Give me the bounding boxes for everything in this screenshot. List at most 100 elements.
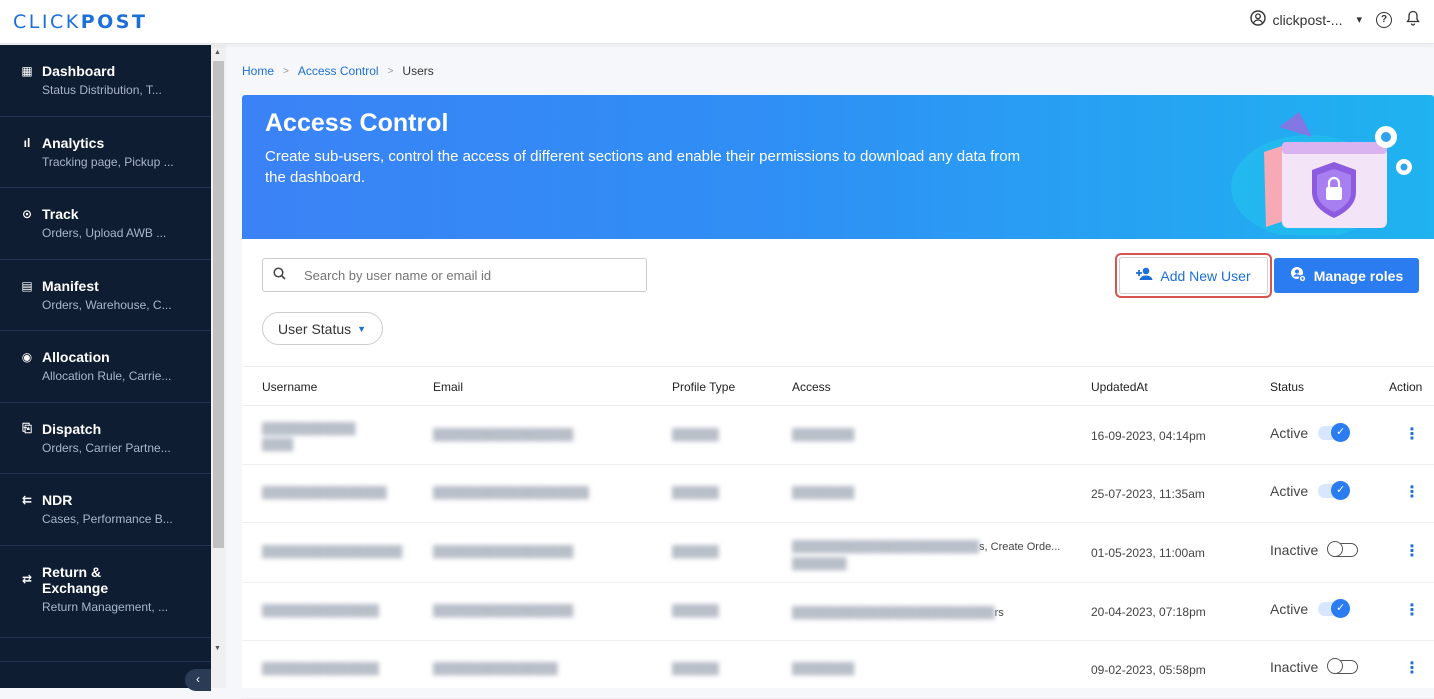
sidebar-item-dispatch[interactable]: ⎘ Dispatch Orders, Carrier Partne... [0,403,211,474]
email-cell-redacted: ████████████████ [433,663,558,675]
username-cell-redacted: ███████████████ [262,663,379,675]
status-toggle[interactable]: ✓ [1318,423,1351,442]
status-cell: Inactive [1270,658,1359,675]
sidebar-item-return-exchange[interactable]: ⇄ Return & Exchange Return Management, ... [0,546,211,638]
profile-cell-redacted: ██████ [672,429,719,441]
status-label: Active [1270,483,1309,499]
status-cell: Active ✓ [1270,481,1351,500]
user-circle-icon [1250,10,1267,29]
access-control-banner: Access Control Create sub-users, control… [242,95,1434,239]
status-cell: Active ✓ [1270,423,1351,442]
username-cell-redacted: ██████████████████ [262,546,403,558]
sidebar-item-track[interactable]: ⊙ Track Orders, Upload AWB ... [0,188,211,260]
sidebar-item-ndr[interactable]: ⇇ NDR Cases, Performance B... [0,474,211,546]
sidebar-item-sub: Tracking page, Pickup ... [42,154,174,169]
check-icon: ✓ [1331,599,1351,618]
more-actions-icon[interactable]: ⋮ [1404,600,1420,620]
scroll-thumb[interactable] [213,61,224,548]
profile-cell-redacted: ██████ [672,663,719,675]
users-panel: Add New User Manage roles User Status ▼ … [242,239,1434,699]
table-row[interactable]: ████████████ ████ ██████████████████ ████… [242,407,1434,465]
more-actions-icon[interactable]: ⋮ [1404,541,1420,561]
sidebar-item-allocation[interactable]: ◉ Allocation Allocation Rule, Carrie... [0,331,211,403]
header-username[interactable]: Username [262,380,317,394]
header-status[interactable]: Status [1270,380,1304,394]
check-icon: ✓ [1331,481,1351,500]
account-label: clickpost-... [1272,11,1343,28]
target-icon: ◉ [21,350,33,364]
access-cell: ████████████████████████s, Create Orde..… [792,538,1060,572]
table-row[interactable]: ████████████████ ████████████████████ ██… [242,465,1434,523]
search-input[interactable] [304,267,624,283]
main-content: Home > Access Control > Users Access Con… [226,45,1434,699]
email-cell-redacted: ██████████████████ [433,546,574,558]
sidebar-item-manifest[interactable]: ▤ Manifest Orders, Warehouse, C... [0,260,211,331]
sidebar-item-sub: Orders, Warehouse, C... [42,297,172,312]
location-pin-icon: ⊙ [21,207,33,221]
scroll-down-arrow-icon[interactable]: ▼ [214,645,221,652]
manage-roles-button[interactable]: Manage roles [1274,258,1419,293]
sidebar-item-sub: Orders, Upload AWB ... [42,226,167,240]
updated-at-cell: 20-04-2023, 07:18pm [1091,605,1206,619]
ndr-icon: ⇇ [21,493,33,507]
status-toggle[interactable] [1327,541,1359,557]
email-cell-redacted: ██████████████████ [433,605,574,617]
status-toggle[interactable]: ✓ [1318,599,1351,618]
access-redacted-line2: ███████ [792,558,847,570]
access-redacted: ██████████████████████████ [792,607,995,619]
scroll-up-arrow-icon[interactable]: ▲ [214,49,221,56]
profile-cell-redacted: ██████ [672,487,719,499]
status-label: Inactive [1270,659,1319,675]
sidebar-item-analytics[interactable]: ıl Analytics Tracking page, Pickup ... [0,117,211,188]
breadcrumb-access-control[interactable]: Access Control [298,64,379,78]
top-right-controls: clickpost-... ▾ ? [1250,10,1420,29]
bell-icon[interactable] [1406,10,1420,29]
status-label: Inactive [1270,542,1319,558]
more-actions-icon[interactable]: ⋮ [1404,424,1420,444]
caret-down-icon: ▼ [357,323,367,334]
sidebar-item-sub: Cases, Performance B... [42,512,173,526]
clickpost-logo[interactable]: CLICKPOST [13,11,147,33]
table-row[interactable]: ███████████████ ██████████████████ █████… [242,583,1434,641]
breadcrumb: Home > Access Control > Users [242,64,434,78]
list-icon: ▤ [21,278,33,293]
toggle-knob [1327,541,1344,557]
breadcrumb-home[interactable]: Home [242,64,274,78]
access-visible-text: rs [994,607,1004,619]
updated-at-cell: 01-05-2023, 11:00am [1091,546,1205,560]
add-new-user-button[interactable]: Add New User [1119,257,1268,294]
email-cell-redacted: ████████████████████ [433,487,589,499]
more-actions-icon[interactable]: ⋮ [1404,482,1420,502]
updated-at-cell: 25-07-2023, 11:35am [1091,487,1205,501]
table-row[interactable]: ███████████████ ████████████████ ██████ … [242,641,1434,699]
header-access[interactable]: Access [792,380,831,394]
sidebar-item-label: NDR [42,492,73,508]
access-cell-redacted: ████████ [792,663,855,675]
user-status-label: User Status [278,320,352,337]
status-label: Active [1270,601,1309,617]
sidebar-scrollbar[interactable]: ▲ ▼ [211,45,226,688]
header-action: Action [1389,380,1423,394]
status-toggle[interactable] [1327,658,1359,674]
manage-roles-icon [1290,266,1307,285]
logo-light-text: CLICK [13,11,81,33]
search-box[interactable] [262,258,647,292]
more-actions-icon[interactable]: ⋮ [1404,658,1420,678]
account-menu[interactable]: clickpost-... ▾ [1250,10,1362,29]
table-header: Username Email Profile Type Access Updat… [242,366,1434,406]
sidebar-item-dashboard[interactable]: ▦ Dashboard Status Distribution, T... [0,45,211,117]
sidebar-item-label: Track [42,206,79,222]
status-cell: Active ✓ [1270,599,1351,618]
header-email[interactable]: Email [433,380,463,394]
sidebar-item-sub: Orders, Carrier Partne... [42,440,171,455]
user-status-filter[interactable]: User Status ▼ [262,312,383,345]
access-redacted: ████████████████████████ [792,541,980,553]
header-updated-at[interactable]: UpdatedAt [1091,380,1148,394]
header-profile-type[interactable]: Profile Type [672,380,735,394]
updated-at-cell: 09-02-2023, 05:58pm [1091,663,1206,677]
page-description: Create sub-users, control the access of … [265,148,1021,186]
table-row[interactable]: ██████████████████ ██████████████████ ██… [242,523,1434,583]
status-cell: Inactive [1270,541,1359,558]
status-toggle[interactable]: ✓ [1318,481,1351,500]
help-icon[interactable]: ? [1376,11,1392,28]
